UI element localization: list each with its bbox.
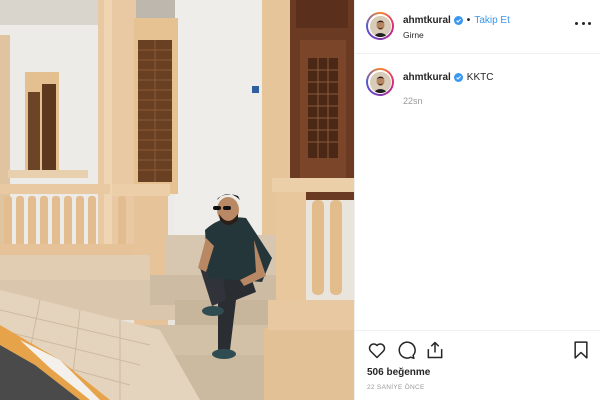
more-dot bbox=[588, 21, 591, 25]
separator-dot: • bbox=[466, 15, 471, 26]
caption-avatar[interactable] bbox=[366, 68, 394, 96]
avatar-frame bbox=[368, 70, 392, 94]
verified-badge-icon bbox=[453, 16, 463, 25]
share-icon[interactable] bbox=[425, 340, 445, 360]
post-header-user-line: ahmtkural • Takip Et bbox=[403, 15, 510, 26]
post-photo-image bbox=[0, 0, 354, 400]
post-side-panel: ahmtkural • Takip Et Girne ahmtkural KKT… bbox=[354, 0, 600, 400]
avatar-image bbox=[369, 15, 391, 37]
caption-timestamp: 22sn bbox=[403, 96, 423, 106]
caption-username[interactable]: ahmtkural bbox=[403, 72, 451, 83]
post-actions: 506 beğenme 22 SANİYE ÖNCE bbox=[355, 330, 600, 400]
likes-count[interactable]: 506 beğenme bbox=[367, 367, 430, 378]
comment-icon[interactable] bbox=[396, 340, 416, 360]
bookmark-icon[interactable] bbox=[571, 340, 591, 360]
post-photo[interactable] bbox=[0, 0, 354, 400]
avatar[interactable] bbox=[366, 12, 394, 40]
location-link[interactable]: Girne bbox=[403, 30, 424, 40]
more-dot bbox=[581, 21, 585, 25]
username-link[interactable]: ahmtkural bbox=[403, 15, 451, 26]
caption-text: KKTC bbox=[466, 72, 494, 83]
avatar-portrait bbox=[369, 71, 391, 93]
avatar-image bbox=[369, 71, 391, 93]
follow-button[interactable]: Takip Et bbox=[474, 15, 510, 26]
more-dot bbox=[575, 21, 578, 25]
avatar-portrait bbox=[369, 15, 391, 37]
caption: ahmtkural KKTC bbox=[403, 72, 493, 83]
post-timestamp[interactable]: 22 SANİYE ÖNCE bbox=[367, 384, 425, 391]
post-header: ahmtkural • Takip Et Girne bbox=[355, 0, 600, 54]
avatar-frame bbox=[368, 14, 392, 38]
heart-icon[interactable] bbox=[367, 340, 387, 360]
more-options-icon[interactable] bbox=[575, 20, 591, 26]
verified-badge-icon bbox=[453, 73, 463, 82]
